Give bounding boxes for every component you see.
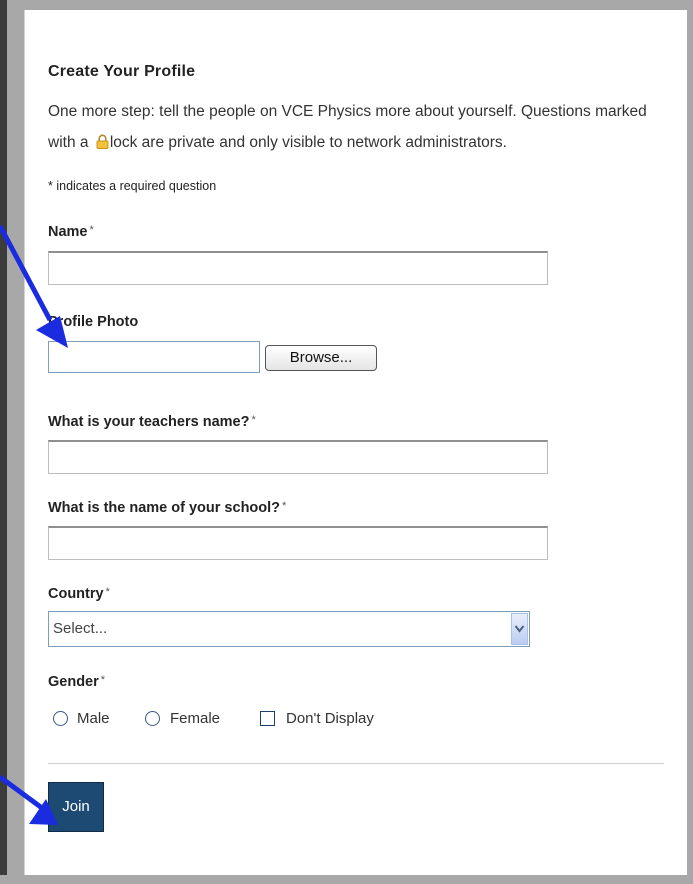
annotation-arrows [0,224,68,825]
annotation-arrow-join [0,774,58,825]
annotation-arrow-profile-photo [0,224,68,348]
